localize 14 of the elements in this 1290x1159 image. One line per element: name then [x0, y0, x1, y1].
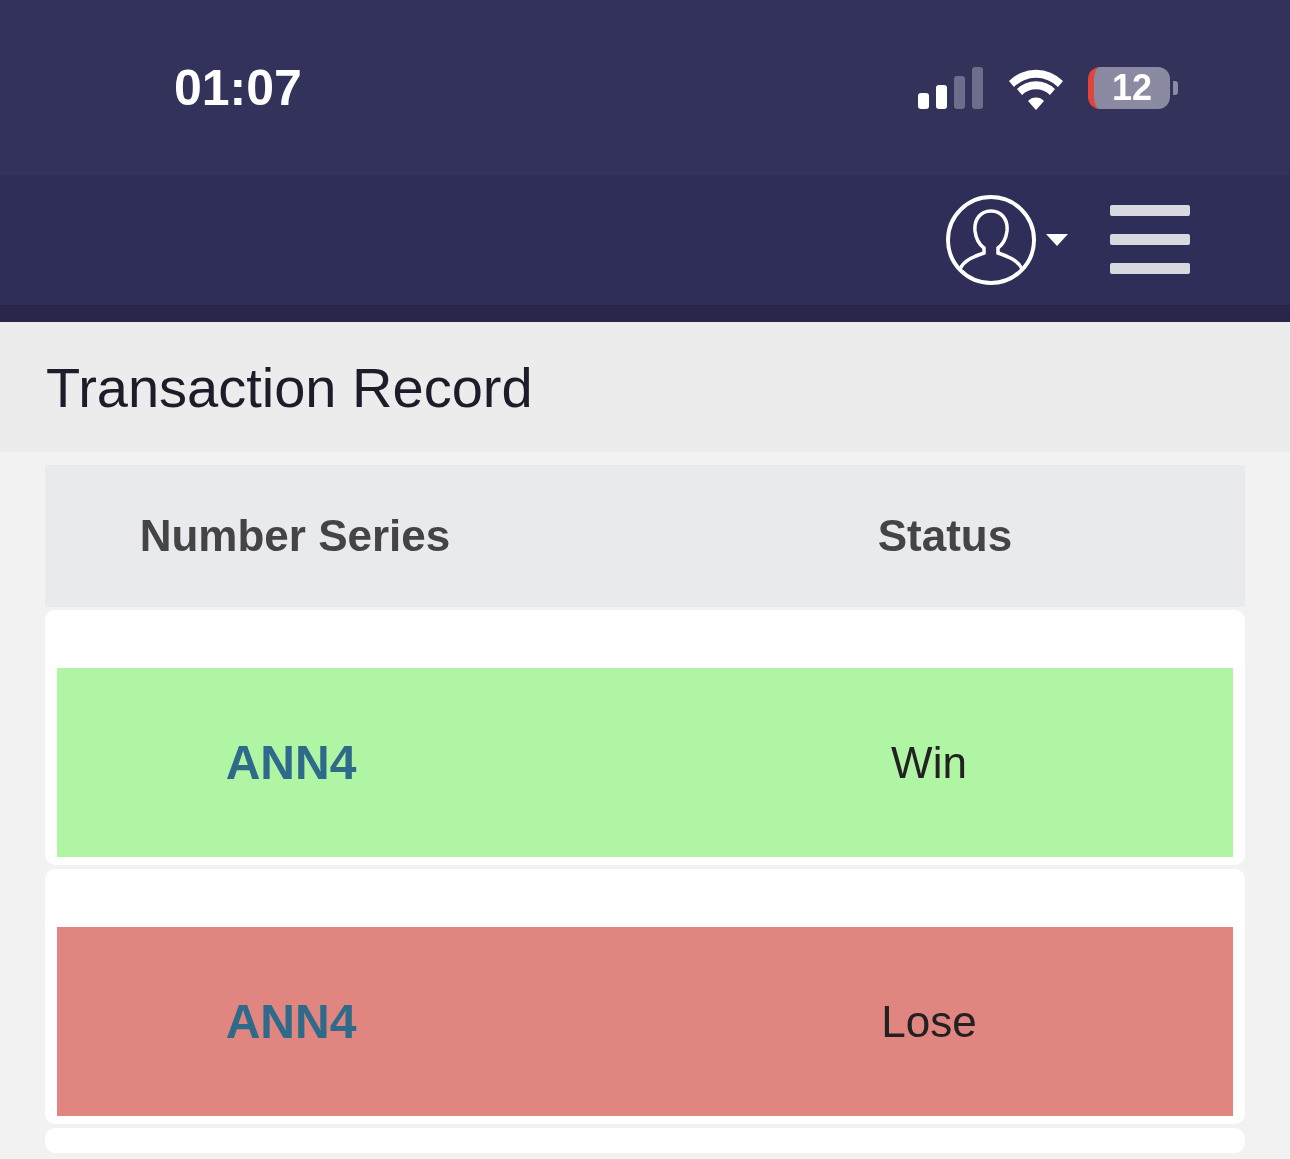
caret-icon[interactable] — [1046, 234, 1068, 246]
status-cell-text: Win — [890, 737, 968, 788]
result-row[interactable]: ANN4 Lose — [57, 927, 1233, 1116]
status-cell-text: Lose — [880, 996, 978, 1047]
menu-icon[interactable] — [1110, 205, 1190, 275]
result-row[interactable]: ANN4 Win — [57, 668, 1233, 857]
page-title: Transaction Record — [46, 354, 533, 420]
column-header: Status — [876, 511, 1014, 561]
clock-time: 01:07 — [174, 58, 302, 117]
column-header: Number Series — [138, 511, 452, 561]
series-cell-text: ANN4 — [224, 994, 358, 1049]
user-avatar-icon[interactable] — [944, 193, 1038, 287]
series-cell-text: ANN4 — [224, 735, 358, 790]
signal-icon — [918, 66, 984, 109]
